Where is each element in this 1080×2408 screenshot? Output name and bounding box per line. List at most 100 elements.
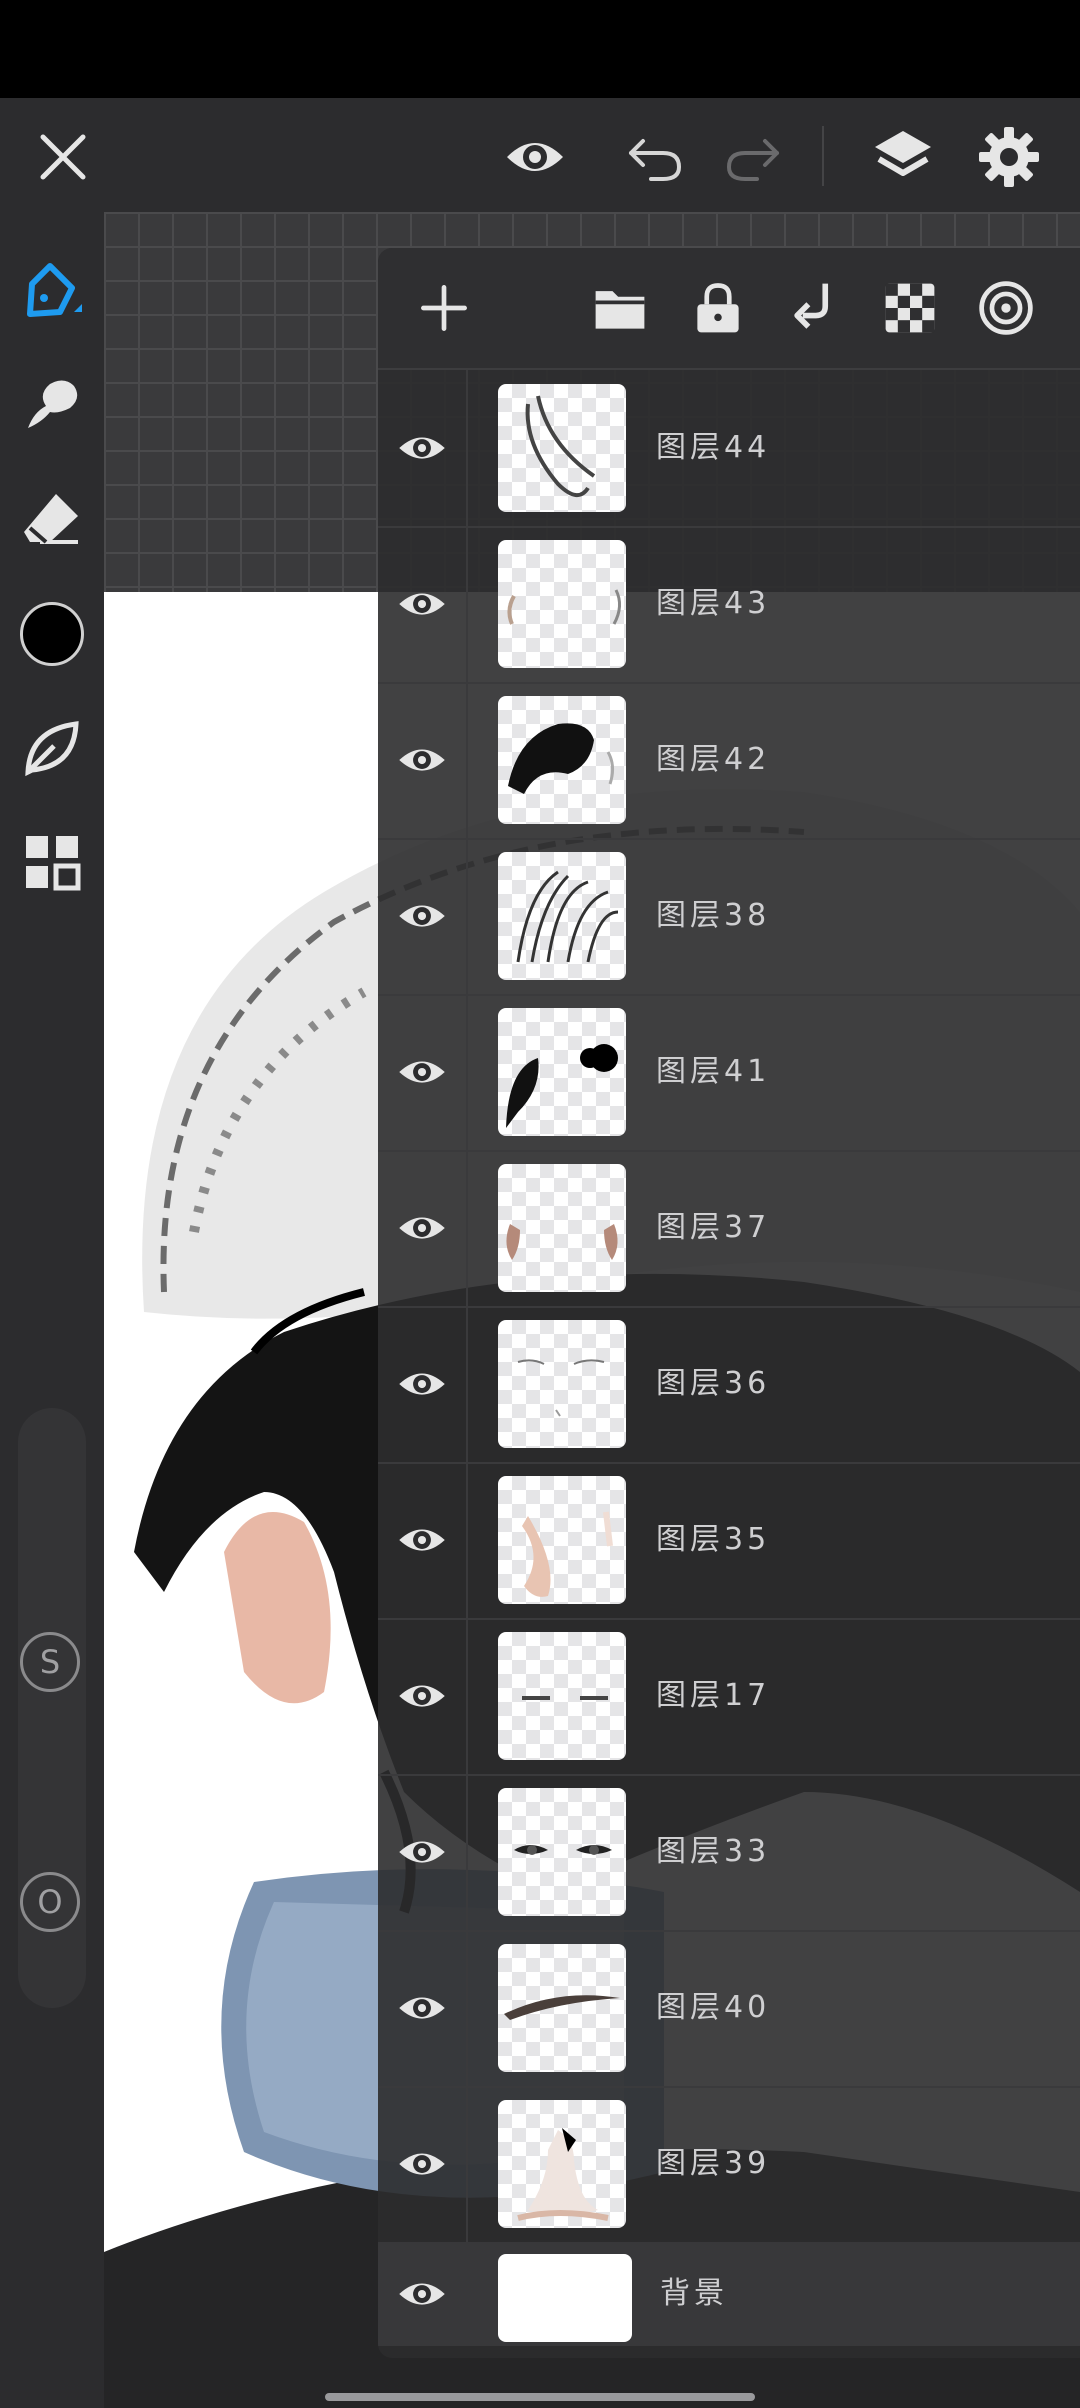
group-button[interactable] <box>584 272 656 344</box>
layer-thumbnail <box>498 1008 626 1136</box>
layers-button[interactable] <box>866 120 940 194</box>
layer-name: 图层37 <box>656 1210 771 1245</box>
layer-visibility-column <box>378 1306 468 1462</box>
eye-icon[interactable] <box>396 2138 448 2190</box>
eye-icon[interactable] <box>396 1670 448 1722</box>
layer-row[interactable]: 图层44 <box>378 370 1080 528</box>
layer-row[interactable]: 图层33 <box>378 1774 1080 1932</box>
target-button[interactable] <box>970 272 1042 344</box>
target-icon <box>979 281 1033 335</box>
layer-name: 图层17 <box>656 1678 771 1713</box>
pen-tool[interactable] <box>14 252 90 328</box>
opacity-badge: O <box>20 1872 80 1932</box>
layer-thumbnail <box>498 2254 632 2342</box>
layer-visibility-column <box>378 682 468 838</box>
add-layer-button[interactable] <box>408 272 480 344</box>
redo-icon <box>726 139 779 181</box>
eraser-tool[interactable] <box>14 482 90 558</box>
layer-thumbnail <box>498 852 626 980</box>
layer-visibility-column <box>378 1618 468 1774</box>
layer-row[interactable]: 图层17 <box>378 1618 1080 1776</box>
tool-rail: S O <box>0 212 104 2408</box>
eraser-icon <box>24 494 78 544</box>
layer-name: 图层42 <box>656 742 771 777</box>
layer-thumbnail <box>498 1788 626 1916</box>
gear-icon <box>979 127 1039 187</box>
eye-icon[interactable] <box>396 1358 448 1410</box>
close-icon <box>40 134 86 180</box>
layers-icon <box>875 131 931 176</box>
settings-button[interactable] <box>972 120 1046 194</box>
size-badge: S <box>20 1632 80 1692</box>
layer-thumbnail <box>498 1944 626 2072</box>
layer-visibility-column <box>378 994 468 1150</box>
layer-thumbnail <box>498 1476 626 1604</box>
layer-row[interactable]: 图层41 <box>378 994 1080 1152</box>
pen-icon <box>27 263 82 317</box>
layer-row[interactable]: 图层42 <box>378 682 1080 840</box>
transparency-button[interactable] <box>874 272 946 344</box>
close-button[interactable] <box>26 120 100 194</box>
layer-row[interactable]: 背景 <box>378 2242 1080 2346</box>
layer-thumbnail <box>498 384 626 512</box>
layer-row[interactable]: 图层43 <box>378 526 1080 684</box>
eye-icon[interactable] <box>396 578 448 630</box>
smudge-tool[interactable] <box>14 366 90 442</box>
color-picker[interactable] <box>14 596 90 672</box>
top-toolbar <box>0 98 1080 212</box>
undo-icon <box>629 139 682 181</box>
layer-name: 背景 <box>660 2276 728 2311</box>
layer-visibility-column <box>378 2086 468 2242</box>
layer-row[interactable]: 图层38 <box>378 838 1080 996</box>
toolbar-divider <box>822 126 824 186</box>
eye-icon[interactable] <box>396 1514 448 1566</box>
layer-row[interactable]: 图层36 <box>378 1306 1080 1464</box>
layer-name: 图层38 <box>656 898 771 933</box>
layer-name: 图层35 <box>656 1522 771 1557</box>
add-icon <box>421 285 467 331</box>
eye-icon[interactable] <box>396 890 448 942</box>
layer-visibility-column <box>378 838 468 994</box>
merge-down-button[interactable] <box>778 272 850 344</box>
preview-button[interactable] <box>498 120 572 194</box>
layer-name: 图层39 <box>656 2146 771 2181</box>
layer-name: 图层33 <box>656 1834 771 1869</box>
lock-button[interactable] <box>682 272 754 344</box>
color-swatch <box>20 602 84 666</box>
eye-icon[interactable] <box>396 1982 448 2034</box>
status-bar <box>0 0 1080 98</box>
layer-thumbnail <box>498 1320 626 1448</box>
leaf-icon <box>25 721 79 777</box>
layer-visibility-column <box>378 2242 466 2346</box>
layer-thumbnail <box>498 540 626 668</box>
layers-panel: 图层44 图层43 图层42 图层38 图层41 图层37 图层36 图层35 图层17 图层33… <box>378 248 1080 2358</box>
layer-visibility-column <box>378 1462 468 1618</box>
redo-button[interactable] <box>716 120 790 194</box>
merge-down-icon <box>794 283 829 329</box>
gallery-tool[interactable] <box>14 824 90 900</box>
transparency-icon <box>885 283 935 333</box>
eye-icon[interactable] <box>396 1046 448 1098</box>
eye-icon[interactable] <box>396 734 448 786</box>
layer-row[interactable]: 图层39 <box>378 2086 1080 2244</box>
layer-row[interactable]: 图层37 <box>378 1150 1080 1308</box>
folder-icon <box>595 291 645 329</box>
layer-thumbnail <box>498 696 626 824</box>
layer-visibility-column <box>378 1930 468 2086</box>
layer-thumbnail <box>498 2100 626 2228</box>
brush-library-tool[interactable] <box>14 710 90 786</box>
eye-icon <box>507 143 563 171</box>
undo-button[interactable] <box>618 120 692 194</box>
layer-name: 图层40 <box>656 1990 771 2025</box>
layer-thumbnail <box>498 1632 626 1760</box>
eye-icon[interactable] <box>396 1826 448 1878</box>
home-indicator[interactable] <box>325 2393 755 2401</box>
layer-name: 图层44 <box>656 430 771 465</box>
smudge-icon <box>28 380 78 428</box>
eye-icon[interactable] <box>396 2268 448 2320</box>
layer-row[interactable]: 图层35 <box>378 1462 1080 1620</box>
eye-icon[interactable] <box>396 422 448 474</box>
eye-icon[interactable] <box>396 1202 448 1254</box>
layer-visibility-column <box>378 370 468 526</box>
layer-row[interactable]: 图层40 <box>378 1930 1080 2088</box>
